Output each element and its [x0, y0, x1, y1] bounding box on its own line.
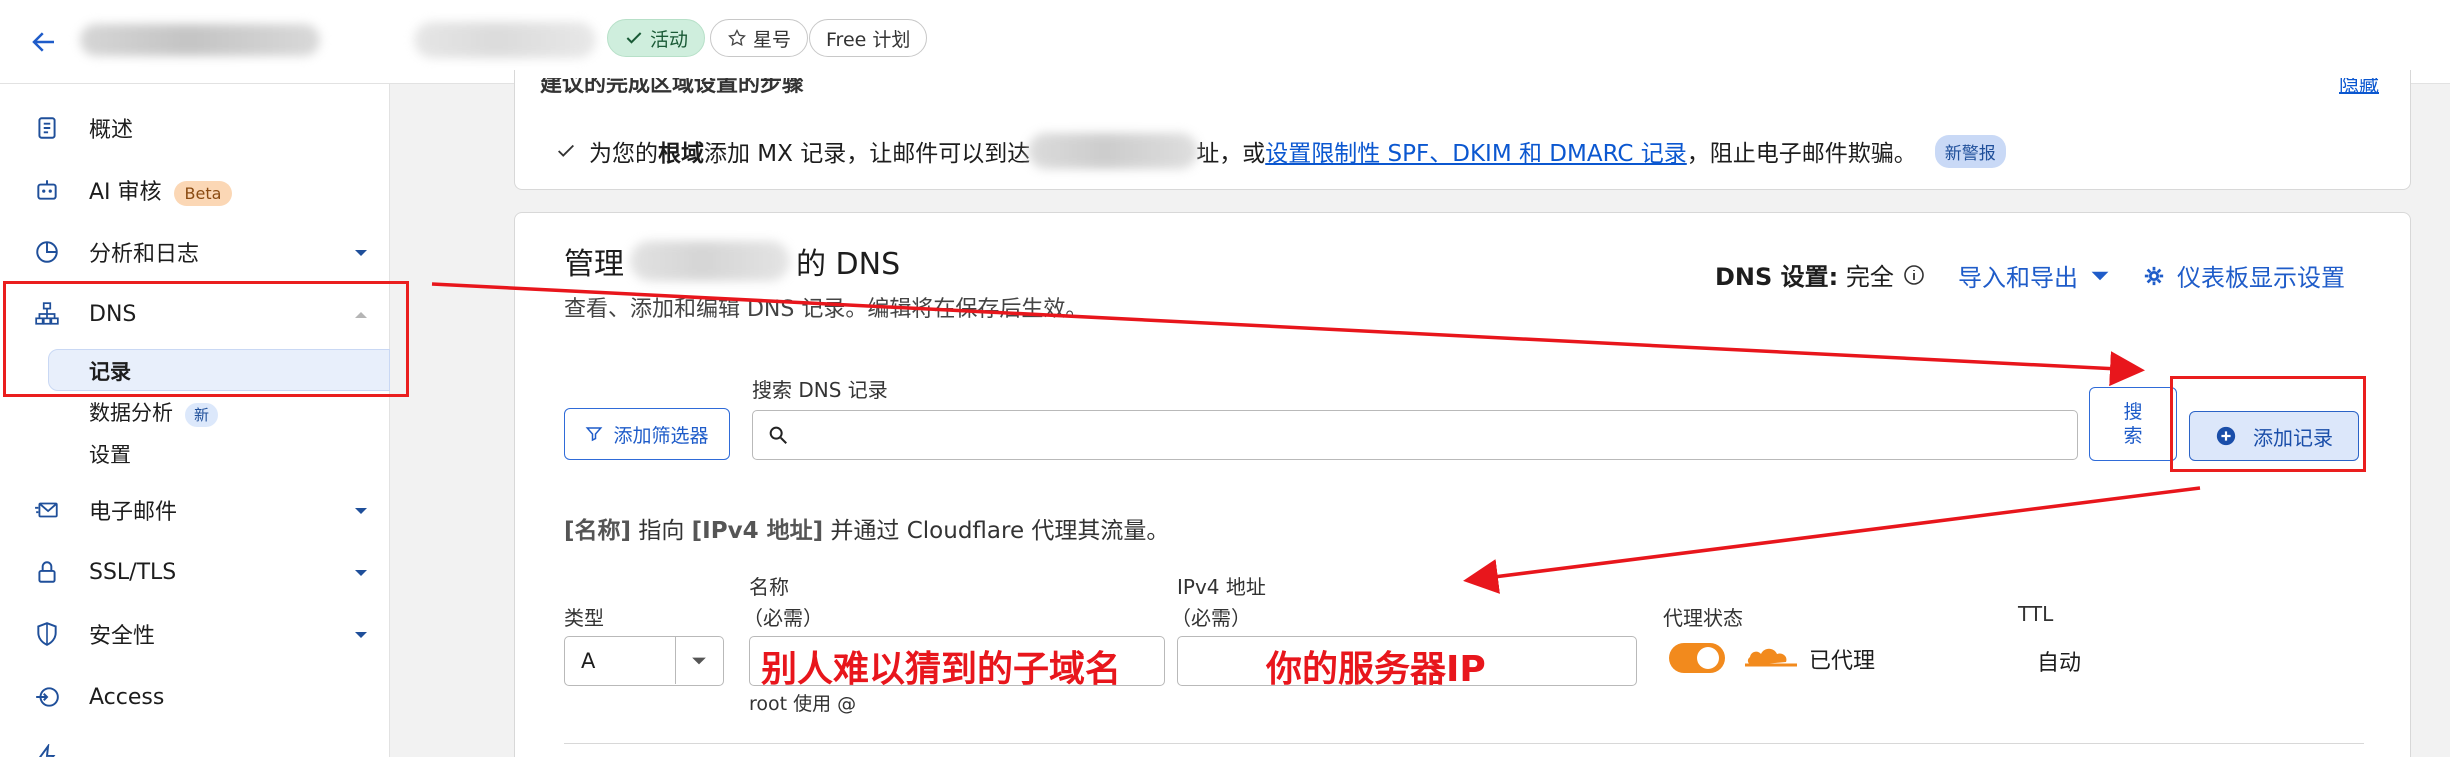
star-icon [728, 28, 746, 47]
arrow-left-icon [32, 32, 54, 52]
dashboard-display-settings[interactable]: 仪表板显示设置 [2143, 258, 2345, 293]
name-help: root 使用 @ [749, 693, 857, 715]
check-icon [558, 144, 574, 157]
dns-settings-status: DNS 设置: 完全 [1715, 257, 1926, 292]
proxy-status-value: 已代理 [1809, 649, 1876, 674]
annotation-add-record-highlight [2170, 376, 2366, 472]
type-label: 类型 [564, 606, 604, 630]
ttl-label: TTL [2018, 602, 2054, 626]
proxy-status-label: 代理状态 [1663, 606, 1743, 630]
star-button[interactable]: 星号 [710, 19, 809, 57]
card-divider [564, 743, 2364, 744]
chevron-down-icon [354, 501, 368, 520]
sidebar: 概述 AI 审核Beta 分析和日志 DNS 记录 数据分析新 设置 电子邮件 [0, 84, 390, 757]
gear-icon [2144, 266, 2164, 285]
hide-link[interactable]: 隐藏 [2339, 78, 2379, 97]
sidebar-item-overview[interactable]: 概述 [0, 103, 390, 153]
filter-icon [586, 427, 603, 442]
bolt-icon [32, 742, 62, 757]
clipboard-icon [32, 113, 62, 143]
sidebar-item-ssl-tls[interactable]: SSL/TLS [0, 547, 390, 597]
sidebar-item-next-partial[interactable] [0, 732, 390, 757]
add-filter-button[interactable]: 添加筛选器 [564, 408, 730, 460]
annotation-dns-highlight [3, 281, 409, 397]
search-input[interactable] [752, 410, 2078, 460]
lock-icon [32, 557, 62, 587]
setup-task-row: 为您的 根域 添加 MX 记录，让邮件可以到达 址，或 设置限制性 SPF、DKIM … [555, 133, 2006, 169]
pie-chart-icon [32, 237, 62, 267]
sidebar-item-security[interactable]: 安全性 [0, 609, 390, 659]
search-icon [769, 426, 787, 444]
annotation-subdomain-hint: 别人难以猜到的子域名 [761, 649, 1122, 690]
setup-heading: 建议的完成区域设置的步骤 [540, 72, 805, 97]
sidebar-item-access[interactable]: Access [0, 672, 390, 722]
sign-in-icon [32, 682, 62, 712]
shield-icon [32, 619, 62, 649]
cloud-icon [1745, 648, 1797, 667]
account-name-redacted [80, 24, 320, 56]
sidebar-item-analytics[interactable]: 分析和日志 [0, 227, 390, 277]
email-domain-redacted [1028, 133, 1199, 169]
plan-badge[interactable]: Free 计划 [809, 19, 928, 57]
new-alert-badge: 新警报 [1934, 134, 2006, 168]
info-icon[interactable] [1902, 263, 1926, 287]
search-label: 搜索 DNS 记录 [752, 378, 888, 402]
proxy-toggle[interactable] [1669, 643, 1725, 673]
name-label: 名称 [749, 575, 789, 599]
page-title: 管理 的 DNS [564, 239, 900, 283]
back-button[interactable] [20, 18, 68, 66]
chevron-down-icon [354, 243, 368, 262]
sidebar-subitem-dns-analytics[interactable]: 数据分析新 [89, 397, 219, 427]
robot-icon [32, 175, 62, 205]
record-hint: [名称] 指向 [IPv4 地址] 并通过 Cloudflare 代理其流量。 [564, 518, 1170, 544]
search-button[interactable]: 搜索 [2089, 387, 2177, 461]
annotation-server-ip-hint: 你的服务器IP [1266, 649, 1486, 690]
chevron-down-icon [692, 657, 706, 665]
status-badge: 活动 [607, 19, 706, 57]
spf-dkim-dmarc-link[interactable]: 设置限制性 SPF、DKIM 和 DMARC 记录 [1265, 134, 1687, 168]
ttl-value: 自动 [2037, 651, 2082, 676]
ipv4-label: IPv4 地址 [1177, 575, 1266, 599]
zone-name-redacted [414, 22, 596, 58]
zone-title-redacted [630, 241, 790, 281]
name-required: （必需） [743, 606, 823, 630]
check-icon [626, 32, 642, 44]
beta-badge: Beta [173, 180, 233, 206]
page-subtitle: 查看、添加和编辑 DNS 记录。编辑将在保存后生效。 [564, 297, 1088, 322]
sidebar-item-ai-audit[interactable]: AI 审核 Beta [0, 165, 390, 215]
chevron-down-icon [354, 563, 368, 582]
sidebar-item-email[interactable]: 电子邮件 [0, 485, 390, 535]
new-badge: 新 [185, 402, 219, 427]
type-select[interactable]: A [564, 636, 724, 686]
select-divider [675, 637, 676, 684]
ipv4-required: （必需） [1171, 606, 1251, 630]
setup-steps-card: 建议的完成区域设置的步骤 隐藏 为您的 根域 添加 MX 记录，让邮件可以到达 址，… [514, 70, 2411, 190]
mail-icon [32, 495, 62, 525]
chevron-down-icon [2091, 271, 2109, 280]
import-export-dropdown[interactable]: 导入和导出 [1958, 258, 2110, 293]
sidebar-subitem-settings[interactable]: 设置 [89, 439, 131, 469]
chevron-down-icon [354, 625, 368, 644]
